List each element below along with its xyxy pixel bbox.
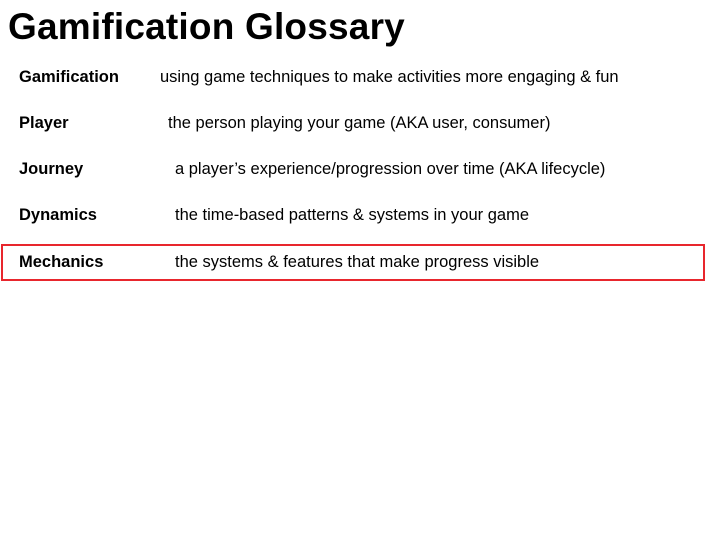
glossary-definition: the person playing your game (AKA user, … <box>168 114 551 132</box>
glossary-definition: a player’s experience/progression over t… <box>175 160 606 178</box>
glossary-entry-player: Player the person playing your game (AKA… <box>0 109 728 137</box>
glossary-definition: using game techniques to make activities… <box>160 68 619 86</box>
glossary-entry-dynamics: Dynamics the time-based patterns & syste… <box>0 201 728 229</box>
glossary-entry-mechanics: Mechanics the systems & features that ma… <box>0 248 728 276</box>
page-title: Gamification Glossary <box>8 6 405 47</box>
glossary-definition: the time-based patterns & systems in you… <box>175 206 529 224</box>
glossary-term: Dynamics <box>19 206 97 224</box>
glossary-entry-gamification: Gamification using game techniques to ma… <box>0 63 728 91</box>
glossary-definition: the systems & features that make progres… <box>175 253 540 271</box>
glossary-term: Player <box>19 114 69 132</box>
glossary-term: Gamification <box>19 68 119 86</box>
glossary-term: Mechanics <box>19 253 104 271</box>
glossary-entry-journey: Journey a player’s experience/progressio… <box>0 155 728 183</box>
glossary-term: Journey <box>19 160 84 178</box>
